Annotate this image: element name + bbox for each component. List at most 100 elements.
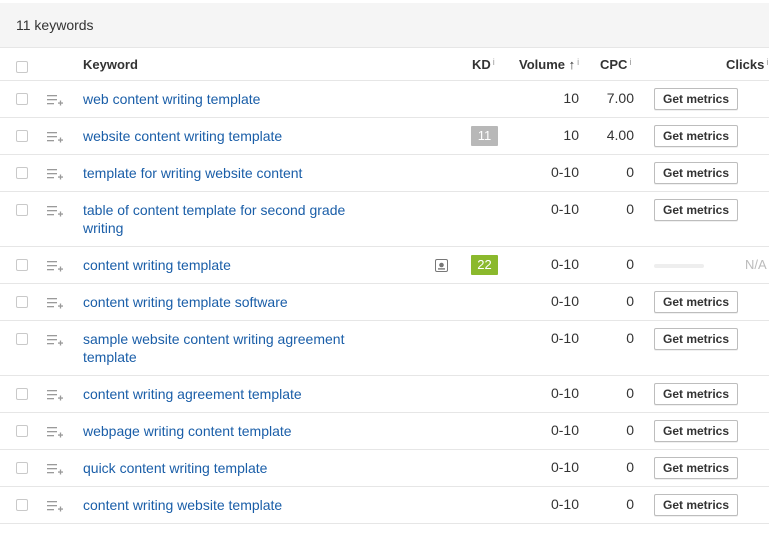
- volume-value: 0-10: [550, 256, 579, 272]
- select-all-checkbox[interactable]: [16, 61, 28, 73]
- clicks-bar: [654, 264, 704, 268]
- cpc-value: 0: [626, 330, 634, 346]
- volume-value: 0-10: [550, 385, 579, 401]
- row-checkbox[interactable]: [16, 259, 28, 271]
- add-to-list-icon[interactable]: [47, 130, 63, 143]
- keyword-line-2: writing: [83, 220, 124, 236]
- clicks-info-icon[interactable]: i: [766, 57, 768, 67]
- keyword-link[interactable]: quick content writing template: [83, 459, 363, 477]
- cpc-value: 7.00: [606, 90, 634, 106]
- get-metrics-button[interactable]: Get metrics: [654, 328, 738, 350]
- keyword-link[interactable]: content writing template software: [83, 293, 363, 311]
- volume-info-icon[interactable]: i: [577, 57, 579, 67]
- add-to-list-icon[interactable]: [47, 425, 63, 438]
- table-row: sample website content writing agreement…: [0, 321, 769, 376]
- table-header: Keyword KD i Volume ↑ i CPC i Clicks i: [0, 48, 769, 81]
- keyword-line-1: webpage writing content template: [83, 423, 292, 439]
- keyword-line-2: template: [83, 349, 137, 365]
- volume-label: Volume: [519, 56, 565, 72]
- clicks-column-header[interactable]: Clicks i: [726, 57, 768, 72]
- add-to-list-icon[interactable]: [47, 204, 63, 217]
- add-to-list-icon[interactable]: [47, 167, 63, 180]
- keyword-line-1: content writing agreement template: [83, 386, 302, 402]
- volume-column-header[interactable]: Volume ↑ i: [519, 57, 579, 72]
- row-checkbox[interactable]: [16, 499, 28, 511]
- keyword-link[interactable]: table of content template for second gra…: [83, 201, 363, 237]
- volume-value: 0-10: [550, 496, 579, 512]
- cpc-column-header[interactable]: CPC i: [600, 57, 631, 72]
- keyword-line-1: template for writing website content: [83, 165, 303, 181]
- keyword-link[interactable]: webpage writing content template: [83, 422, 363, 440]
- row-checkbox[interactable]: [16, 167, 28, 179]
- keywords-count-bar: 11 keywords: [0, 3, 769, 48]
- row-checkbox[interactable]: [16, 130, 28, 142]
- keyword-line-1: content writing template software: [83, 294, 288, 310]
- kd-badge: 22: [471, 255, 498, 275]
- keyword-link[interactable]: content writing template: [83, 256, 363, 274]
- table-row: website content writing template 11 10 4.00…: [0, 118, 769, 155]
- row-checkbox[interactable]: [16, 296, 28, 308]
- kd-badge: 11: [471, 126, 498, 146]
- get-metrics-button[interactable]: Get metrics: [654, 291, 738, 313]
- get-metrics-button[interactable]: Get metrics: [654, 383, 738, 405]
- kd-label: KD: [472, 56, 491, 72]
- get-metrics-button[interactable]: Get metrics: [654, 125, 738, 147]
- volume-value: 10: [563, 90, 579, 106]
- keyword-link[interactable]: website content writing template: [83, 127, 363, 145]
- cpc-info-icon[interactable]: i: [629, 57, 631, 67]
- row-checkbox[interactable]: [16, 93, 28, 105]
- keyword-line-1: content writing template: [83, 257, 231, 273]
- table-row: web content writing template 10 7.00 Get me…: [0, 81, 769, 118]
- volume-value: 0-10: [550, 459, 579, 475]
- get-metrics-button[interactable]: Get metrics: [654, 199, 738, 221]
- cpc-value: 4.00: [606, 127, 634, 143]
- serp-features-icon[interactable]: [435, 259, 448, 272]
- get-metrics-button[interactable]: Get metrics: [654, 162, 738, 184]
- table-row: table of content template for second gra…: [0, 192, 769, 247]
- row-checkbox[interactable]: [16, 462, 28, 474]
- table-row: quick content writing template 0-10 0 Get m…: [0, 450, 769, 487]
- cpc-value: 0: [626, 496, 634, 512]
- keywords-count: 11 keywords: [16, 17, 94, 33]
- get-metrics-button[interactable]: Get metrics: [654, 420, 738, 442]
- add-to-list-icon[interactable]: [47, 259, 63, 272]
- keyword-line-1: content writing website template: [83, 497, 283, 513]
- keyword-link[interactable]: template for writing website content: [83, 164, 363, 182]
- row-checkbox[interactable]: [16, 333, 28, 345]
- add-to-list-icon[interactable]: [47, 462, 63, 475]
- keyword-link[interactable]: content writing website template: [83, 496, 363, 514]
- table-row: webpage writing content template 0-10 0 Get…: [0, 413, 769, 450]
- volume-value: 10: [563, 127, 579, 143]
- cpc-value: 0: [626, 201, 634, 217]
- add-to-list-icon[interactable]: [47, 388, 63, 401]
- add-to-list-icon[interactable]: [47, 333, 63, 346]
- get-metrics-button[interactable]: Get metrics: [654, 88, 738, 110]
- table-row: content writing website template 0-10 0 Get…: [0, 487, 769, 524]
- add-to-list-icon[interactable]: [47, 93, 63, 106]
- cpc-label: CPC: [600, 56, 628, 72]
- kd-info-icon[interactable]: i: [493, 57, 495, 67]
- volume-value: 0-10: [550, 164, 579, 180]
- get-metrics-button[interactable]: Get metrics: [654, 494, 738, 516]
- keyword-link[interactable]: web content writing template: [83, 90, 363, 108]
- clicks-label: Clicks: [726, 56, 765, 72]
- keyword-line-1: website content writing template: [83, 128, 283, 144]
- add-to-list-icon[interactable]: [47, 296, 63, 309]
- keyword-line-1: table of content template for second gra…: [83, 202, 346, 218]
- get-metrics-button[interactable]: Get metrics: [654, 457, 738, 479]
- row-checkbox[interactable]: [16, 204, 28, 216]
- keyword-column-header[interactable]: Keyword: [83, 57, 138, 72]
- cpc-value: 0: [626, 385, 634, 401]
- cpc-value: 0: [626, 422, 634, 438]
- row-checkbox[interactable]: [16, 388, 28, 400]
- add-to-list-icon[interactable]: [47, 499, 63, 512]
- volume-value: 0-10: [550, 330, 579, 346]
- volume-value: 0-10: [550, 201, 579, 217]
- clicks-na: N/A: [745, 257, 767, 272]
- keyword-link[interactable]: sample website content writing agreement…: [83, 330, 363, 366]
- kd-column-header[interactable]: KD i: [472, 57, 495, 72]
- cpc-value: 0: [626, 293, 634, 309]
- keyword-link[interactable]: content writing agreement template: [83, 385, 363, 403]
- row-checkbox[interactable]: [16, 425, 28, 437]
- table-row: content writing template software 0-10 0 Ge…: [0, 284, 769, 321]
